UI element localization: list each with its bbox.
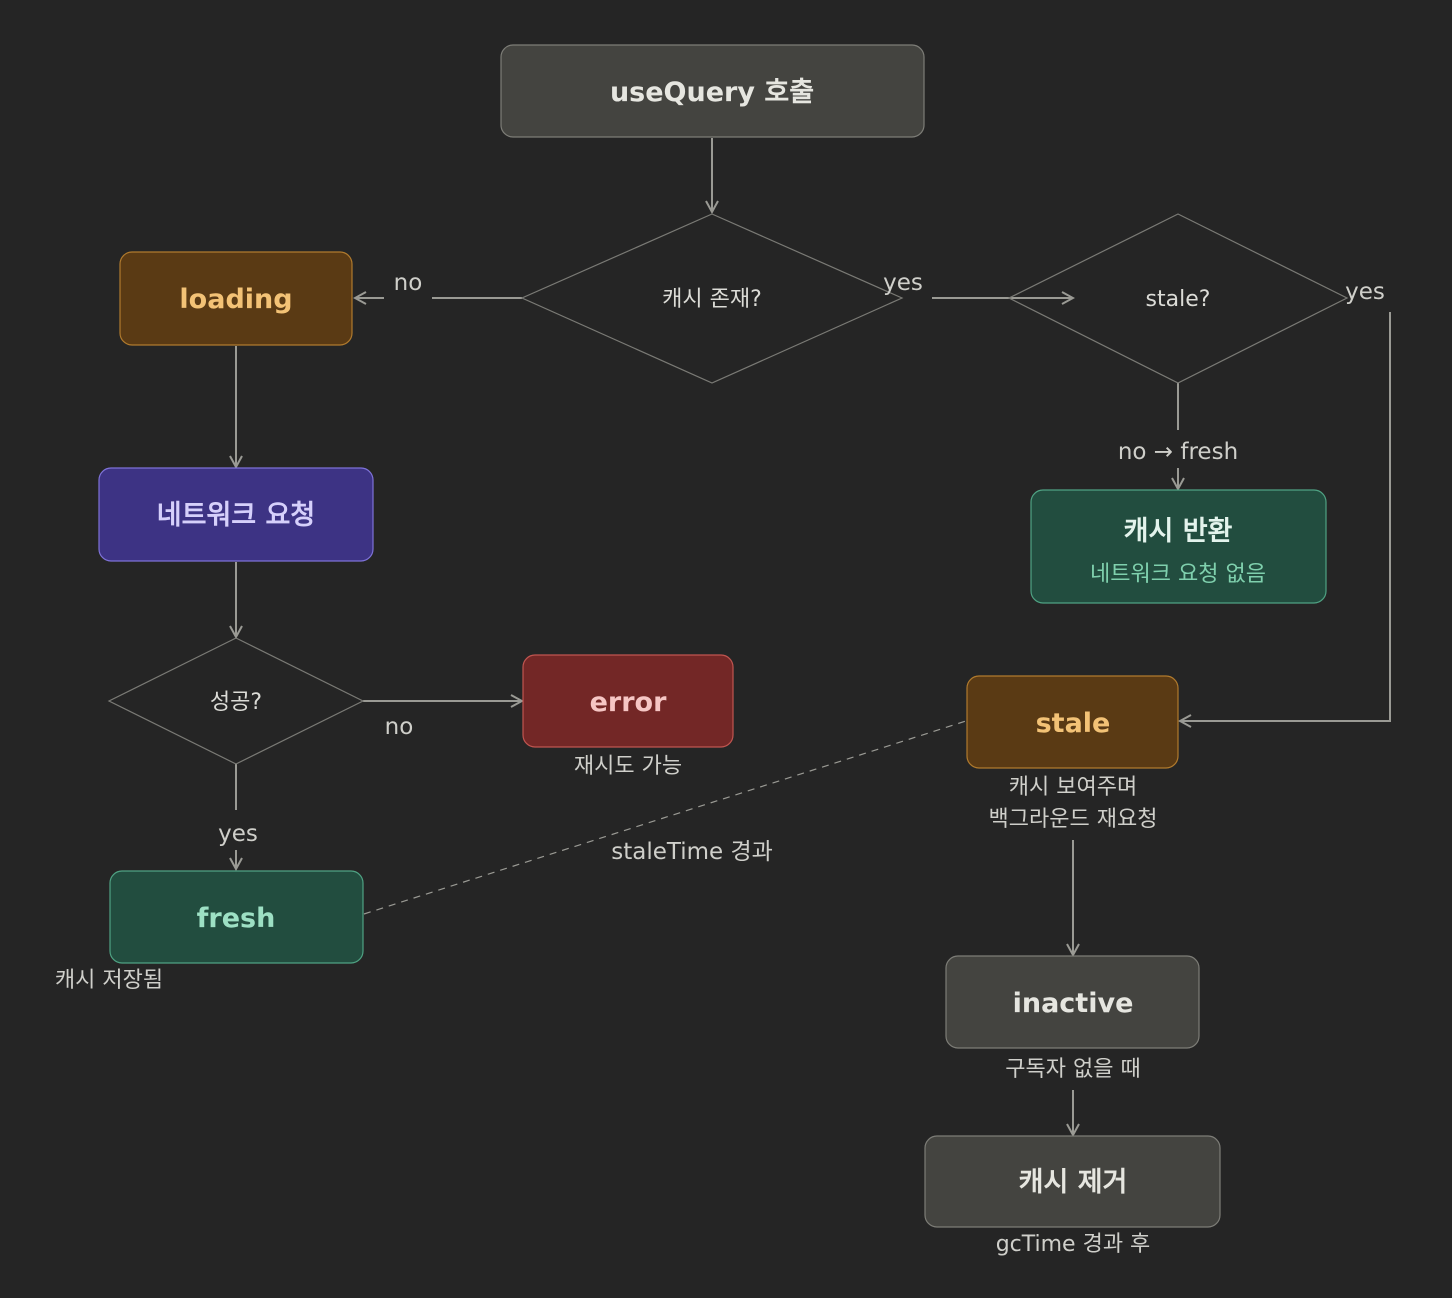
- edge-label-stale-no-fresh: no → fresh: [1118, 439, 1238, 465]
- node-error-title: error: [590, 687, 667, 718]
- edge-label-cache-no: no: [394, 270, 423, 296]
- flowchart-diagram: 캐시 존재? stale? 성공? useQuery 호출 loading 네트…: [0, 0, 1452, 1298]
- decision-is-stale-label: stale?: [1146, 287, 1211, 312]
- flowchart-canvas: 캐시 존재? stale? 성공? useQuery 호출 loading 네트…: [55, 44, 1391, 1257]
- note-cache-remove: gcTime 경과 후: [996, 1232, 1151, 1257]
- node-stale-title: stale: [1036, 708, 1111, 739]
- edge-fresh-to-stale-dashed: [363, 720, 967, 915]
- decision-success-label: 성공?: [210, 690, 262, 715]
- note-stale-line2: 백그라운드 재요청: [989, 807, 1158, 832]
- node-network-title: 네트워크 요청: [157, 500, 315, 531]
- node-cache-return-title: 캐시 반환: [1124, 516, 1233, 547]
- note-stale-line1: 캐시 보여주며: [1009, 775, 1137, 800]
- note-error: 재시도 가능: [574, 754, 682, 779]
- edge-label-cache-yes: yes: [883, 270, 923, 296]
- decision-cache-exists-label: 캐시 존재?: [662, 287, 762, 312]
- node-fresh-title: fresh: [197, 903, 276, 934]
- edge-label-stale-time: staleTime 경과: [611, 839, 773, 865]
- edge-label-success-yes: yes: [218, 821, 258, 847]
- edge-label-stale-yes: yes: [1345, 279, 1385, 305]
- note-inactive: 구독자 없을 때: [1005, 1057, 1140, 1082]
- node-cache-remove-title: 캐시 제거: [1019, 1167, 1128, 1198]
- node-cache-return-subtitle: 네트워크 요청 없음: [1090, 562, 1266, 587]
- node-usequery-title: useQuery 호출: [610, 77, 814, 108]
- note-fresh: 캐시 저장됨: [55, 968, 163, 993]
- node-inactive-title: inactive: [1013, 988, 1134, 1019]
- edge-label-success-no: no: [385, 714, 414, 740]
- node-loading-title: loading: [179, 284, 292, 315]
